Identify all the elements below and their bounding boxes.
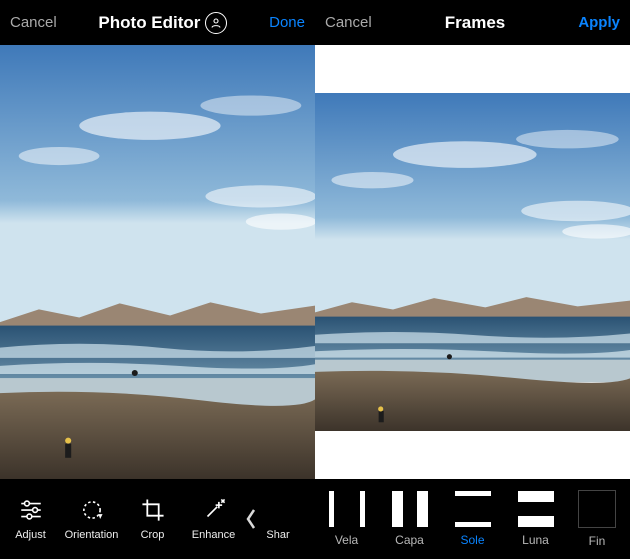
done-button[interactable]: Done	[269, 14, 305, 31]
frames-pane: Cancel Frames Apply	[315, 0, 630, 559]
crop-icon	[140, 497, 166, 523]
editor-photo	[0, 45, 315, 479]
tool-sharpen[interactable]: Shar	[258, 479, 298, 559]
tool-orientation-label: Orientation	[65, 529, 119, 541]
tool-sharpen-label: Shar	[266, 529, 289, 541]
rotate-icon	[79, 497, 105, 523]
framed-photo-container	[315, 45, 630, 479]
frame-fine[interactable]: Fin	[567, 479, 627, 559]
frame-vela-label: Vela	[335, 533, 358, 547]
editor-tools: Adjust Orientation Crop	[0, 479, 315, 559]
frames-toolbar: Cancel Frames Apply	[315, 0, 630, 45]
editor-canvas[interactable]	[0, 45, 315, 479]
frame-vela-thumb	[329, 491, 365, 527]
editor-toolbar: Cancel Photo Editor Done	[0, 0, 315, 45]
frame-sole-label: Sole	[460, 533, 484, 547]
sliders-icon	[18, 497, 44, 523]
tool-crop-label: Crop	[141, 529, 165, 541]
apply-button[interactable]: Apply	[578, 14, 620, 31]
frame-fine-label: Fin	[589, 534, 606, 548]
frame-vela[interactable]: Vela	[315, 479, 378, 559]
user-icon[interactable]	[205, 12, 227, 34]
frame-luna-label: Luna	[522, 533, 549, 547]
frame-capa-label: Capa	[395, 533, 424, 547]
frames-title: Frames	[445, 13, 505, 33]
tool-orientation[interactable]: Orientation	[61, 479, 122, 559]
frames-canvas[interactable]	[315, 45, 630, 479]
frames-photo	[315, 93, 630, 432]
chevron-left-icon	[245, 506, 257, 532]
cancel-button[interactable]: Cancel	[10, 14, 57, 31]
editor-title: Photo Editor	[98, 12, 227, 34]
editor-title-label: Photo Editor	[98, 13, 200, 33]
frames-title-label: Frames	[445, 13, 505, 33]
tool-enhance[interactable]: Enhance	[183, 479, 244, 559]
frame-luna-thumb	[518, 491, 554, 527]
frame-sole-thumb	[455, 491, 491, 527]
frames-options: Vela Capa Sole	[315, 479, 630, 559]
wand-icon	[201, 497, 227, 523]
tool-enhance-label: Enhance	[192, 529, 235, 541]
tool-adjust-label: Adjust	[15, 529, 46, 541]
frame-capa[interactable]: Capa	[378, 479, 441, 559]
frame-capa-thumb	[392, 491, 428, 527]
tool-adjust[interactable]: Adjust	[0, 479, 61, 559]
frame-luna[interactable]: Luna	[504, 479, 567, 559]
editor-pane: Cancel Photo Editor Done	[0, 0, 315, 559]
frame-fine-thumb	[578, 490, 616, 528]
frame-sole[interactable]: Sole	[441, 479, 504, 559]
tool-crop[interactable]: Crop	[122, 479, 183, 559]
tools-more-chevron[interactable]	[244, 479, 258, 559]
frames-cancel-button[interactable]: Cancel	[325, 14, 372, 31]
